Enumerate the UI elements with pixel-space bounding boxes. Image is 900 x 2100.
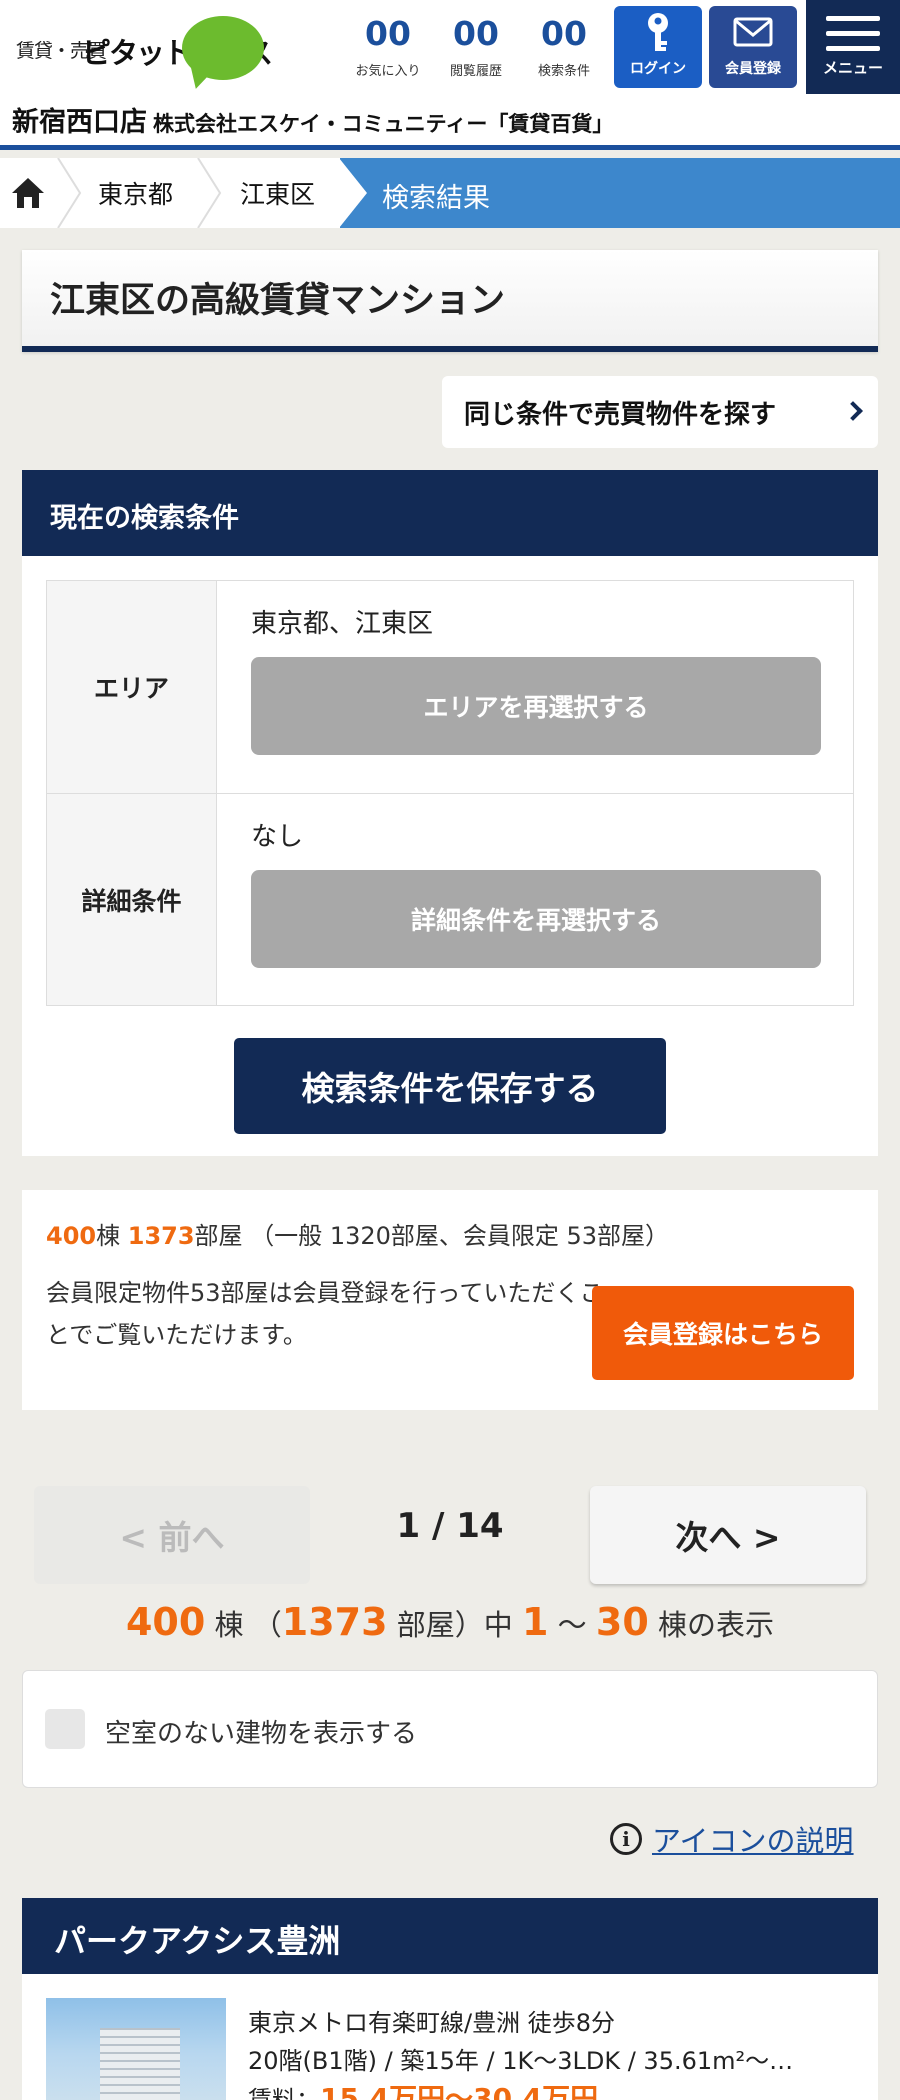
condition-row-detail: 詳細条件 なし 詳細条件を再選択する: [47, 793, 853, 1005]
show-no-vacancy-toggle[interactable]: 空室のない建物を表示する: [22, 1670, 878, 1788]
range-from: 1: [521, 1600, 549, 1644]
property-card[interactable]: 東京メトロ有楽町線/豊洲 徒歩8分 20階(B1階) / 築15年 / 1K～3…: [22, 1974, 878, 2100]
no-vacancy-label: 空室のない建物を表示する: [105, 1719, 418, 1749]
site-header: 賃貸・売買 ピタットハウス 00 お気に入り 00 閲覧履歴 00 検索条件 ロ…: [0, 0, 900, 150]
favorites-count: 00: [365, 14, 411, 53]
history-count: 00: [453, 14, 499, 53]
building-unit: 棟: [96, 1222, 121, 1250]
register-header-button[interactable]: 会員登録: [709, 6, 797, 88]
range-tilde: ～: [557, 1608, 587, 1642]
icon-help-label[interactable]: アイコンの説明: [652, 1818, 854, 1860]
chevron-right-icon: [843, 401, 863, 421]
range-building-count: 400: [125, 1600, 206, 1644]
favorites-counter[interactable]: 00 お気に入り: [346, 14, 430, 79]
room-unit: 部屋: [194, 1222, 243, 1250]
conditions-panel: エリア 東京都、江東区 エリアを再選択する 詳細条件 なし 詳細条件を再選択する…: [22, 556, 878, 1156]
breadcrumb: 東京都 江東区 検索結果: [0, 158, 900, 228]
home-icon: [12, 178, 44, 208]
menu-label: メニュー: [822, 59, 883, 77]
range-to: 30: [595, 1600, 649, 1644]
prev-page-button[interactable]: < 前へ: [34, 1486, 310, 1584]
page-indicator: 1 / 14: [396, 1506, 504, 1546]
breadcrumb-item-koto[interactable]: 江東区: [240, 158, 315, 228]
icon-help-link[interactable]: i アイコンの説明: [610, 1818, 854, 1860]
detail-label: 詳細条件: [47, 794, 217, 1005]
register-header-label: 会員登録: [725, 61, 781, 77]
property-info: 東京メトロ有楽町線/豊洲 徒歩8分 20階(B1階) / 築15年 / 1K～3…: [248, 2004, 793, 2100]
result-range: 400 棟 （1373 部屋）中 1 ～ 30 棟の表示: [125, 1600, 775, 1644]
saved-search-counter[interactable]: 00 検索条件: [522, 14, 606, 79]
sale-search-link[interactable]: 同じ条件で売買物件を探す: [442, 376, 878, 448]
history-label: 閲覧履歴: [449, 64, 502, 79]
sale-search-label: 同じ条件で売買物件を探す: [464, 399, 777, 430]
result-count-line: 400棟 1373部屋 （一般 1320部屋、会員限定 53部屋）: [46, 1216, 669, 1251]
property-specs: 20階(B1階) / 築15年 / 1K～3LDK / 35.61m²～…: [248, 2047, 794, 2075]
room-count: 1373: [127, 1222, 195, 1250]
breadcrumb-separator-icon: [197, 158, 222, 228]
breadcrumb-current-label: 検索結果: [382, 183, 490, 214]
saved-search-label: 検索条件: [537, 64, 590, 79]
breadcrumb-item-tokyo[interactable]: 東京都: [98, 158, 173, 228]
saved-search-count: 00: [541, 14, 587, 53]
page-title: 江東区の高級賃貸マンション: [50, 281, 506, 321]
logo-bubble-icon: [182, 16, 264, 80]
breadcrumb-current: 検索結果: [339, 158, 900, 228]
area-value: 東京都、江東区: [251, 609, 434, 639]
area-label: エリア: [47, 581, 217, 793]
reselect-area-button[interactable]: エリアを再選択する: [251, 657, 821, 755]
info-icon: i: [610, 1823, 642, 1855]
store-info: 新宿西口店 株式会社エスケイ・コミュニティー「賃貸百貨」: [12, 100, 613, 139]
rent-label: 賃料：: [248, 2086, 320, 2100]
member-note: 会員限定物件53部屋は会員登録を行っていただくことでご覧いただけます。: [46, 1279, 604, 1349]
login-label: ログイン: [630, 61, 686, 77]
conditions-table: エリア 東京都、江東区 エリアを再選択する 詳細条件 なし 詳細条件を再選択する: [46, 580, 854, 1006]
company-name: 株式会社エスケイ・コミュニティー「賃貸百貨」: [153, 112, 614, 136]
login-button[interactable]: ログイン: [614, 6, 702, 88]
store-name: 新宿西口店: [12, 107, 147, 138]
building-photo-icon: [100, 2028, 180, 2100]
page-title-box: 江東区の高級賃貸マンション: [22, 250, 878, 352]
no-vacancy-checkbox[interactable]: [45, 1709, 85, 1749]
condition-row-area: エリア 東京都、江東区 エリアを再選択する: [47, 581, 853, 793]
detail-value: なし: [251, 822, 304, 852]
rent-price: 15.4万円～30.4万円: [320, 2082, 599, 2100]
range-building-unit: 棟: [214, 1608, 244, 1642]
conditions-heading: 現在の検索条件: [22, 470, 878, 556]
property-image[interactable]: [46, 1998, 226, 2100]
reselect-detail-button[interactable]: 詳細条件を再選択する: [251, 870, 821, 968]
range-tail: 棟の表示: [658, 1608, 775, 1642]
breadcrumb-home[interactable]: [10, 158, 46, 228]
member-register-button[interactable]: 会員登録はこちら: [592, 1286, 854, 1380]
property-access: 東京メトロ有楽町線/豊洲 徒歩8分: [248, 2009, 615, 2037]
mail-icon: [709, 6, 797, 58]
history-counter[interactable]: 00 閲覧履歴: [434, 14, 518, 79]
key-icon: [614, 6, 702, 58]
property-title[interactable]: パークアクシス豊洲: [22, 1898, 878, 1974]
menu-button[interactable]: メニュー: [806, 0, 900, 94]
favorites-label: お気に入り: [355, 64, 421, 79]
range-room-count: 1373: [281, 1600, 388, 1644]
result-count-box: 400棟 1373部屋 （一般 1320部屋、会員限定 53部屋） 会員限定物件…: [22, 1190, 878, 1410]
breadcrumb-separator-icon: [57, 158, 82, 228]
site-logo[interactable]: 賃貸・売買 ピタットハウス: [14, 16, 274, 86]
property-rent-line: 賃料：15.4万円～30.4万円: [248, 2080, 793, 2100]
next-page-button[interactable]: 次へ >: [590, 1486, 866, 1584]
building-count: 400: [46, 1222, 97, 1250]
save-search-button[interactable]: 検索条件を保存する: [234, 1038, 666, 1134]
room-breakdown: （一般 1320部屋、会員限定 53部屋）: [250, 1222, 670, 1250]
hamburger-icon: [826, 16, 880, 51]
range-mid-text: 部屋）中: [396, 1608, 513, 1642]
